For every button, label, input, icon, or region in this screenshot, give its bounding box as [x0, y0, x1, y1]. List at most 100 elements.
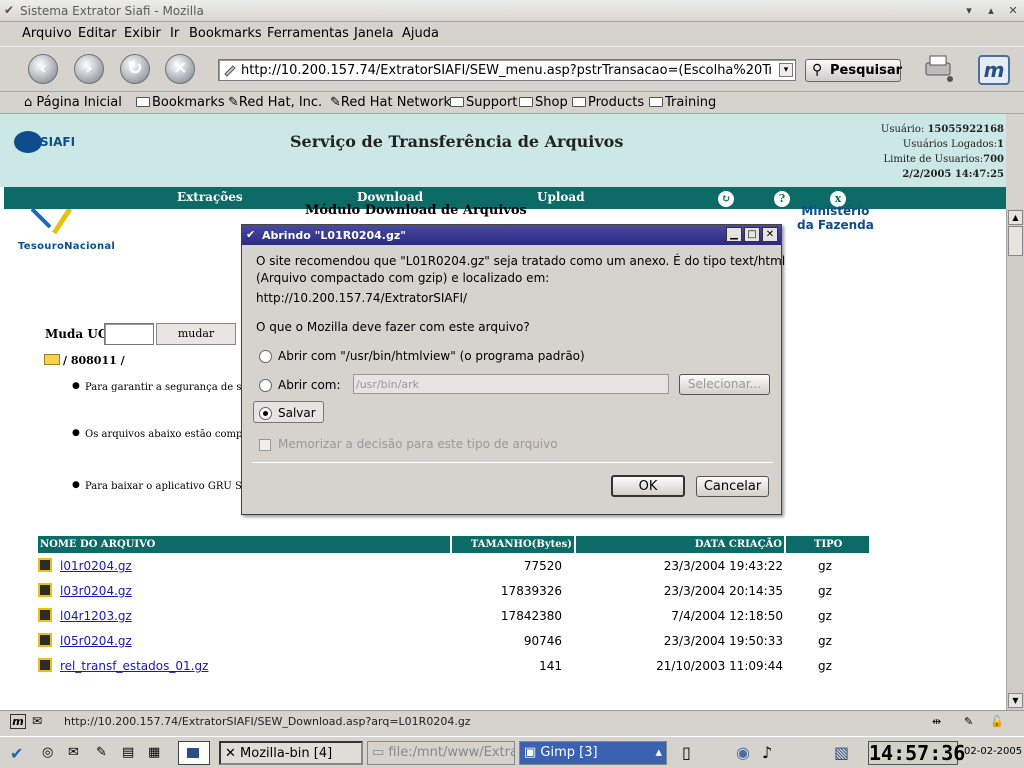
taskbar: ✔ ◎ ✉ ✎ ▤ ▦ ✕ Mozilla-bin [4] ▭ file:/mn… — [0, 736, 1024, 768]
radio-open-with[interactable] — [259, 379, 272, 392]
dialog-maximize-icon[interactable]: □ — [744, 227, 760, 242]
file-type: gz — [818, 633, 832, 648]
stop-button[interactable]: ✕ — [165, 54, 195, 84]
bookmark-home[interactable]: ⌂ Página Inicial — [24, 95, 122, 110]
scroll-up-icon[interactable]: ▲ — [1008, 210, 1023, 225]
radio-open-with-label[interactable]: Abrir com: — [278, 378, 341, 392]
bookmark-redhat-inc[interactable]: ✎Red Hat, Inc. — [228, 95, 322, 110]
file-date: 7/4/2004 12:18:50 — [671, 608, 783, 623]
menu-ferramentas[interactable]: Ferramentas — [267, 26, 349, 41]
close-icon[interactable]: ✕ — [1006, 4, 1020, 18]
file-icon — [38, 658, 52, 672]
maximize-icon[interactable]: ▴ — [984, 4, 998, 18]
menu-editar[interactable]: Editar — [78, 26, 117, 41]
table-row: l03r0204.gz 17839326 23/3/2004 20:14:35 … — [38, 578, 869, 603]
task-mozilla[interactable]: ✕ Mozilla-bin [4] — [219, 741, 363, 765]
email-launcher-icon[interactable]: ✉ — [68, 745, 79, 760]
workspace-switcher[interactable] — [178, 741, 210, 765]
forward-button[interactable]: › — [74, 54, 104, 84]
nav-extracoes[interactable]: Extrações — [177, 190, 243, 204]
print-icon[interactable] — [922, 53, 956, 83]
file-link[interactable]: l05r0204.gz — [60, 634, 132, 648]
impress-launcher-icon[interactable]: ▤ — [122, 745, 134, 760]
bookmark-shop[interactable]: Shop — [519, 95, 568, 110]
mudar-button[interactable]: mudar — [156, 323, 236, 345]
start-menu-icon[interactable]: ✔ — [10, 744, 23, 763]
dialog-titlebar[interactable]: ✔ Abrindo "L01R0204.gz" ▁ □ ✕ — [242, 225, 781, 245]
reload-button[interactable]: ↻ — [120, 54, 150, 84]
menu-janela[interactable]: Janela — [354, 26, 394, 41]
menu-arquivo[interactable]: Arquivo — [22, 26, 72, 41]
volume-icon[interactable]: ♪ — [762, 743, 772, 762]
bookmark-redhat-network[interactable]: ✎Red Hat Network — [330, 95, 451, 110]
task-gimp[interactable]: ▣ Gimp [3] ▴ — [519, 741, 667, 765]
bookmark-bookmarks[interactable]: Bookmarks — [136, 95, 225, 110]
cancel-button[interactable]: Cancelar — [696, 476, 769, 497]
radio-open-default-label[interactable]: Abrir com "/usr/bin/htmlview" (o program… — [278, 349, 585, 363]
dialog-message-line1: O site recomendou que "L01R0204.gz" seja… — [256, 254, 786, 268]
network-icon[interactable]: ◉ — [736, 743, 750, 762]
menu-bookmarks[interactable]: Bookmarks — [189, 26, 262, 41]
refresh-icon[interactable]: ↻ — [718, 191, 734, 207]
ok-button[interactable]: OK — [611, 475, 685, 497]
scroll-down-icon[interactable]: ▼ — [1008, 693, 1023, 708]
dialog-separator — [252, 462, 773, 463]
task-file-browser[interactable]: ▭ file:/mnt/www/Extrato — [367, 741, 515, 765]
radio-save[interactable] — [259, 407, 272, 420]
download-dialog: ✔ Abrindo "L01R0204.gz" ▁ □ ✕ O site rec… — [241, 224, 786, 515]
lock-icon[interactable]: 🔓 — [990, 715, 1004, 728]
file-type: gz — [818, 608, 832, 623]
folder-icon: ▭ — [372, 745, 389, 760]
dialog-minimize-icon[interactable]: ▁ — [726, 227, 742, 242]
mozilla-logo-icon[interactable]: m — [978, 55, 1010, 85]
mozilla-status-icon[interactable]: m — [10, 714, 26, 729]
component-icon[interactable]: ✉ — [32, 714, 42, 728]
radio-save-label[interactable]: Salvar — [278, 406, 316, 420]
bookmark-icon: ✎ — [228, 95, 239, 110]
clipboard-icon[interactable]: ▯ — [682, 743, 691, 762]
nav-upload[interactable]: Upload — [537, 190, 585, 204]
calc-launcher-icon[interactable]: ▦ — [148, 745, 160, 760]
vertical-scrollbar[interactable]: ▲ ▼ — [1006, 209, 1024, 711]
window-titlebar[interactable]: ✔ Sistema Extrator Siafi - Mozilla ▾ ▴ ✕ — [0, 0, 1024, 22]
help-icon[interactable]: ? — [774, 191, 790, 207]
bullet-icon: ● — [72, 381, 80, 391]
menu-exibir[interactable]: Exibir — [124, 26, 161, 41]
writer-launcher-icon[interactable]: ✎ — [96, 745, 107, 760]
remember-checkbox[interactable] — [259, 439, 271, 451]
clock[interactable]: 14:57:36 — [868, 741, 965, 765]
back-button[interactable]: ‹ — [28, 54, 58, 84]
minimize-icon[interactable]: ▾ — [962, 4, 976, 18]
ug-input[interactable] — [104, 323, 154, 345]
radio-open-default[interactable] — [259, 350, 272, 363]
url-bar[interactable]: http://10.200.157.74/ExtratorSIAFI/SEW_m… — [218, 59, 796, 81]
bookmark-products[interactable]: Products — [572, 95, 644, 110]
table-row: l05r0204.gz 90746 23/3/2004 19:50:33 gz — [38, 628, 869, 653]
menu-ir[interactable]: Ir — [170, 26, 179, 41]
file-icon — [38, 608, 52, 622]
bullet-text-2: Os arquivos abaixo estão compac — [85, 429, 254, 440]
dialog-close-icon[interactable]: ✕ — [762, 227, 778, 242]
dialog-menu-icon[interactable]: ✔ — [246, 228, 255, 241]
col-header-date: DATA CRIAÇÃO — [575, 536, 786, 553]
select-app-button[interactable]: Selecionar... — [679, 374, 770, 395]
url-dropdown-icon[interactable]: ▾ — [779, 63, 793, 77]
cookie-icon[interactable]: ✎ — [964, 715, 973, 728]
open-with-field[interactable]: /usr/bin/ark — [353, 374, 669, 394]
menu-ajuda[interactable]: Ajuda — [402, 26, 439, 41]
bookmark-support[interactable]: Support — [450, 95, 517, 110]
file-link[interactable]: l04r1203.gz — [60, 609, 132, 623]
bookmark-training[interactable]: Training — [649, 95, 716, 110]
window-menu-icon[interactable]: ✔ — [4, 3, 14, 17]
search-button[interactable]: ⚲ Pesquisar — [805, 59, 902, 82]
nav-download[interactable]: Download — [357, 190, 423, 204]
update-icon[interactable]: ▧ — [834, 743, 849, 762]
online-icon[interactable]: ⇹ — [932, 715, 941, 728]
dialog-title: Abrindo "L01R0204.gz" — [262, 229, 406, 242]
file-link[interactable]: l01r0204.gz — [60, 559, 132, 573]
file-link[interactable]: rel_transf_estados_01.gz — [60, 659, 208, 673]
scroll-thumb[interactable] — [1008, 226, 1023, 256]
browser-launcher-icon[interactable]: ◎ — [42, 745, 53, 760]
file-link[interactable]: l03r0204.gz — [60, 584, 132, 598]
task-dropdown-icon: ▴ — [655, 745, 662, 760]
